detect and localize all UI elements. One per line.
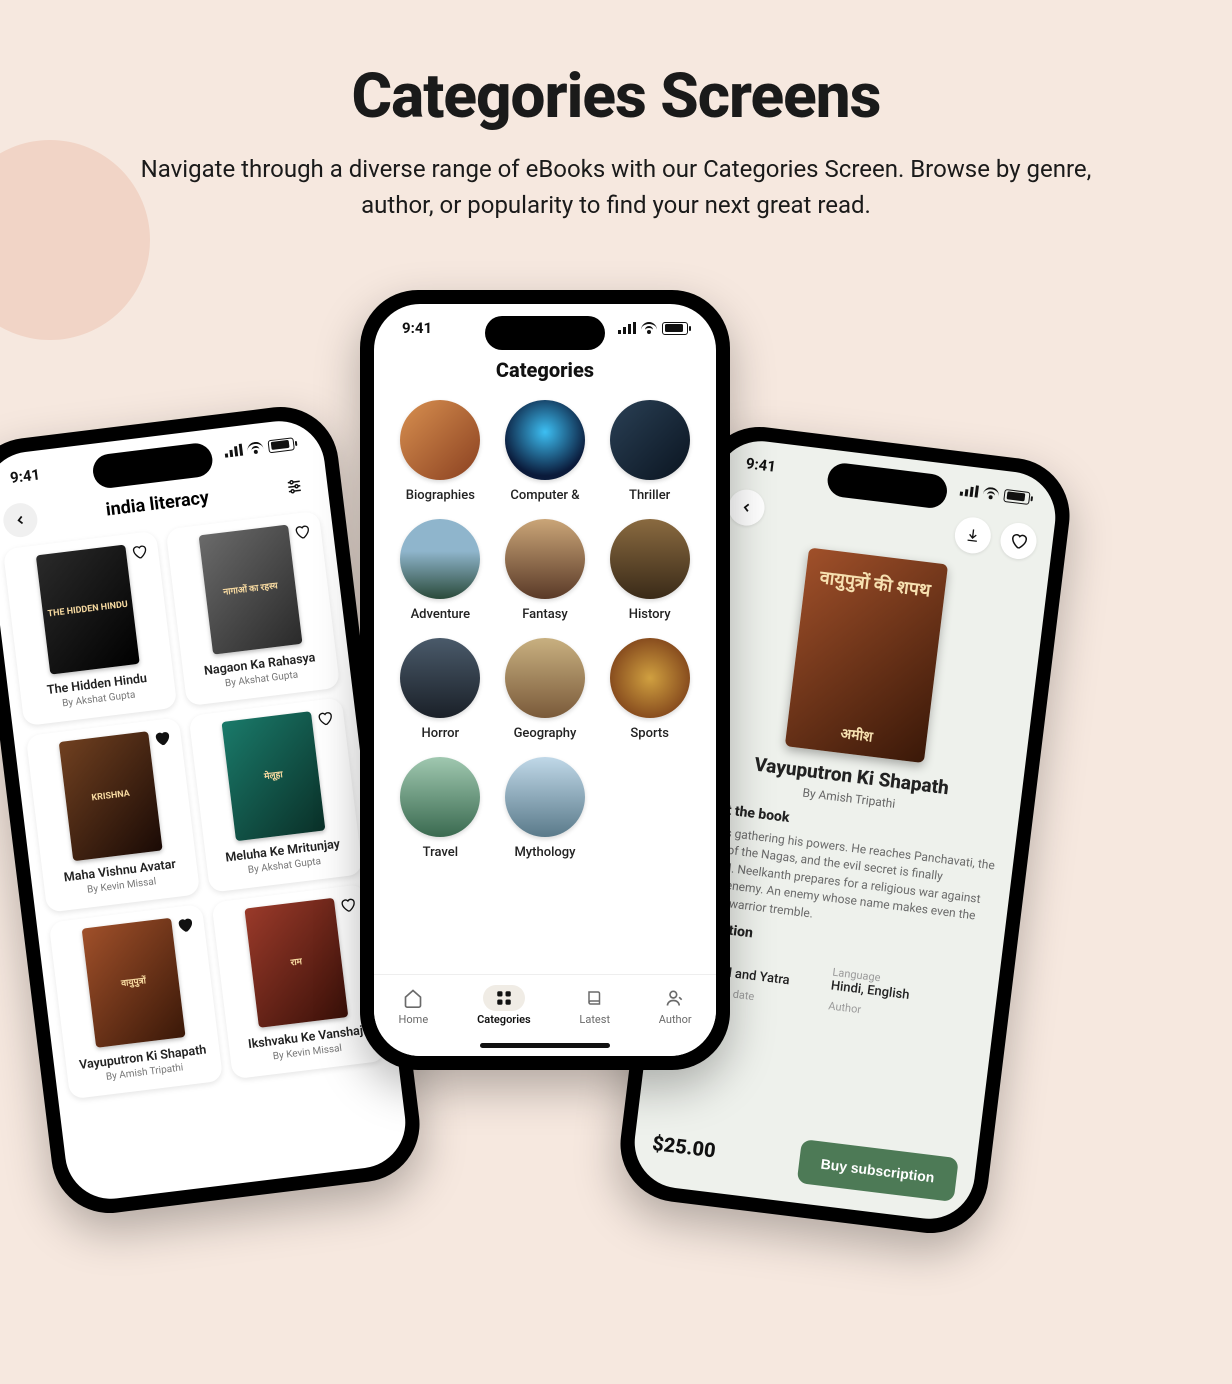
signal-icon (224, 444, 243, 458)
status-time: 9:41 (9, 465, 41, 487)
category-fantasy[interactable]: Fantasy (495, 519, 596, 622)
wifi-icon (641, 322, 657, 334)
battery-icon (267, 437, 294, 453)
phone-mockup-categories: 9:41 Categories Biographies Computer & T… (360, 290, 730, 1070)
status-time: 9:41 (402, 319, 432, 337)
battery-icon (1003, 488, 1030, 504)
category-computer[interactable]: Computer & (495, 400, 596, 503)
wifi-icon (247, 441, 264, 455)
author-icon (660, 985, 690, 1011)
back-button[interactable] (726, 488, 766, 528)
category-mythology[interactable]: Mythology (495, 757, 596, 860)
favorite-button[interactable] (998, 521, 1038, 561)
status-time: 9:41 (745, 454, 777, 476)
nav-author[interactable]: Author (659, 985, 692, 1026)
book-cover: KRISHNA (59, 731, 163, 861)
book-cover: राम (244, 898, 348, 1028)
price: $25.00 (651, 1131, 717, 1163)
book-cover: THE HIDDEN HINDU (36, 545, 140, 675)
signal-icon (960, 484, 979, 498)
grid-icon (483, 985, 525, 1011)
home-icon (398, 985, 428, 1011)
download-button[interactable] (953, 515, 993, 555)
wifi-icon (982, 486, 999, 500)
filter-button[interactable] (275, 468, 313, 506)
category-sports[interactable]: Sports (599, 638, 700, 741)
page-heading: Categories Screens (0, 60, 1232, 133)
book-card[interactable]: मेलूहा Meluha Ke Mritunjay By Akshat Gup… (189, 697, 364, 892)
category-geography[interactable]: Geography (495, 638, 596, 741)
buy-subscription-button[interactable]: Buy subscription (796, 1139, 959, 1202)
book-cover: वायुपुत्रों (82, 918, 186, 1048)
book-cover: मेलूहा (221, 711, 325, 841)
nav-categories[interactable]: Categories (477, 985, 531, 1026)
nav-home[interactable]: Home (398, 985, 428, 1026)
category-history[interactable]: History (599, 519, 700, 622)
battery-icon (662, 322, 688, 335)
book-cover: वायुपुत्रों की शपथ अमीश (785, 548, 948, 764)
category-travel[interactable]: Travel (390, 757, 491, 860)
favorite-icon[interactable] (150, 726, 175, 751)
back-button[interactable] (1, 501, 39, 539)
screen-title-categories: Categories (374, 358, 716, 382)
book-card[interactable]: नागाओं का रहस्य Nagaon Ka Rahasya By Aks… (166, 511, 341, 706)
favorite-icon[interactable] (313, 706, 338, 731)
category-thriller[interactable]: Thriller (599, 400, 700, 503)
category-adventure[interactable]: Adventure (390, 519, 491, 622)
signal-icon (618, 322, 636, 334)
category-horror[interactable]: Horror (390, 638, 491, 741)
book-card[interactable]: वायुपुत्रों Vayuputron Ki Shapath By Ami… (49, 904, 224, 1099)
favorite-icon[interactable] (290, 520, 315, 545)
category-biographies[interactable]: Biographies (390, 400, 491, 503)
favorite-icon[interactable] (127, 540, 152, 565)
favorite-icon[interactable] (335, 893, 360, 918)
book-card[interactable]: THE HIDDEN HINDU The Hidden Hindu By Aks… (3, 531, 178, 726)
nav-latest[interactable]: Latest (579, 985, 610, 1026)
favorite-icon[interactable] (173, 913, 198, 938)
page-subheading: Navigate through a diverse range of eBoo… (116, 151, 1116, 223)
book-card[interactable]: KRISHNA Maha Vishnu Avatar By Kevin Miss… (26, 717, 201, 912)
book-cover: नागाओं का रहस्य (199, 525, 303, 655)
book-icon (580, 985, 610, 1011)
